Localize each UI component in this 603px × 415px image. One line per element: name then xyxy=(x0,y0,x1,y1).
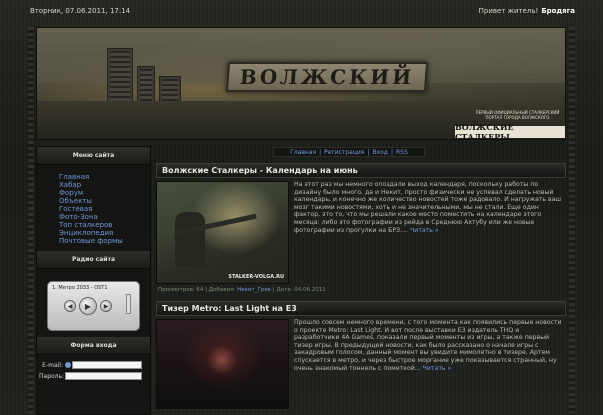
site-logo[interactable]: ВОЛЖСКИЙ xyxy=(225,62,429,92)
nav-register-link[interactable]: Регистрация xyxy=(324,149,364,156)
post-text: На этот раз мы немного опоздали выход ка… xyxy=(294,181,566,284)
top-nav: Главная | Регистрация | Вход | RSS xyxy=(273,147,425,157)
next-icon[interactable]: ▶ xyxy=(100,300,112,312)
banner-subtitle: ПЕРВЫЙ ОФИЦИАЛЬНЫЙ СТАЛКЕРСКИЙ ПОРТАЛ ГО… xyxy=(475,110,560,120)
prev-icon[interactable]: ◀ xyxy=(64,300,76,312)
meta-separator: | xyxy=(272,287,275,293)
nav-separator: | xyxy=(390,148,393,156)
player-track-title: 1. Метро 2033 - OST1 xyxy=(52,285,108,291)
menu-item-photo-zone[interactable]: Фото-Зона xyxy=(59,213,150,221)
post-text: Прошло совсем немного времени, с того мо… xyxy=(294,319,566,409)
nav-login-link[interactable]: Вход xyxy=(372,149,388,156)
password-field[interactable] xyxy=(65,372,142,380)
post-meta: Просмотров: 64 | Добавил: Некит_Грек | Д… xyxy=(156,284,566,293)
meta-separator: | xyxy=(205,287,208,293)
login-form: E-mail: Пароль: xyxy=(37,355,150,380)
email-field[interactable] xyxy=(72,361,142,369)
play-icon[interactable]: ▶ xyxy=(79,297,97,315)
greeting-area: Привет житель! Бродяга xyxy=(479,7,575,15)
post-body: STALKER-VOLGA.RU На этот раз мы немного … xyxy=(156,178,566,284)
email-label: E-mail: xyxy=(42,361,63,369)
radio-player: 1. Метро 2033 - OST1 ◀ ▶ ▶ xyxy=(47,281,140,331)
password-label: Пароль: xyxy=(39,372,65,380)
banner-brand: ВОЛЖСКИЕ СТАЛКЕРЫ xyxy=(455,122,565,139)
menu-item-encyclopedia[interactable]: Энциклопедия xyxy=(59,229,150,237)
post-title[interactable]: Волжские Сталкеры - Календарь на июнь xyxy=(156,163,566,178)
post-date: Дата: 04.06.2011 xyxy=(276,287,326,293)
menu-item-forum[interactable]: Форум xyxy=(59,189,150,197)
openid-icon[interactable] xyxy=(65,362,71,368)
menu-item-mail-forms[interactable]: Почтовые формы xyxy=(59,237,150,245)
email-row: E-mail: xyxy=(37,361,142,369)
logo-text: ВОЛЖСКИЙ xyxy=(239,65,415,89)
post-title[interactable]: Тизер Metro: Last Light на E3 xyxy=(156,301,566,316)
post-body: Прошло совсем немного времени, с того мо… xyxy=(156,316,566,409)
menu-block-title: Меню сайта xyxy=(37,147,150,165)
news-column: Волжские Сталкеры - Календарь на июнь ST… xyxy=(156,163,566,415)
nav-home-link[interactable]: Главная xyxy=(290,149,316,156)
site-menu: Главная Хабар Форум Объекты Гостевая Фот… xyxy=(37,165,150,251)
post-added-label: Добавил: xyxy=(208,287,236,293)
menu-item-habar[interactable]: Хабар xyxy=(59,181,150,189)
post-thumbnail[interactable]: STALKER-VOLGA.RU xyxy=(156,181,289,284)
news-post: Волжские Сталкеры - Календарь на июнь ST… xyxy=(156,163,566,293)
password-row: Пароль: xyxy=(37,372,142,380)
left-decor-rail xyxy=(28,27,34,415)
read-more-link[interactable]: Читать » xyxy=(410,227,439,234)
thumbnail-watermark: STALKER-VOLGA.RU xyxy=(228,274,284,280)
post-author-link[interactable]: Некит_Грек xyxy=(237,287,271,293)
greeting-text: Привет житель! xyxy=(478,7,539,15)
left-sidebar: Меню сайта Главная Хабар Форум Объекты Г… xyxy=(36,146,151,415)
nav-separator: | xyxy=(319,148,322,156)
thumbnail-figure xyxy=(175,212,205,267)
right-decor-rail xyxy=(569,27,575,415)
thumbnail-light xyxy=(207,345,237,375)
news-post: Тизер Metro: Last Light на E3 Прошло сов… xyxy=(156,301,566,409)
current-date: Вторник, 07.06.2011, 17:14 xyxy=(30,7,131,15)
menu-item-guestbook[interactable]: Гостевая xyxy=(59,205,150,213)
header-banner: ВОЛЖСКИЙ ПЕРВЫЙ ОФИЦИАЛЬНЫЙ СТАЛКЕРСКИЙ … xyxy=(36,27,566,140)
radio-block-title: Радио сайта xyxy=(37,251,150,269)
nav-separator: | xyxy=(367,148,370,156)
nav-rss-link[interactable]: RSS xyxy=(396,149,408,156)
page-background: Вторник, 07.06.2011, 17:14 Привет житель… xyxy=(0,0,603,415)
volume-slider[interactable] xyxy=(126,294,131,314)
player-controls: ◀ ▶ ▶ xyxy=(64,297,112,315)
post-views: Просмотров: 64 xyxy=(158,287,204,293)
menu-item-objects[interactable]: Объекты xyxy=(59,197,150,205)
username[interactable]: Бродяга xyxy=(541,7,575,15)
menu-item-top-stalkers[interactable]: Топ сталкеров xyxy=(59,221,150,229)
read-more-link[interactable]: Читать » xyxy=(423,365,452,372)
login-block-title: Форма входа xyxy=(37,337,150,355)
top-bar: Вторник, 07.06.2011, 17:14 Привет житель… xyxy=(30,4,575,18)
post-thumbnail[interactable] xyxy=(156,319,289,409)
menu-item-home[interactable]: Главная xyxy=(59,173,150,181)
